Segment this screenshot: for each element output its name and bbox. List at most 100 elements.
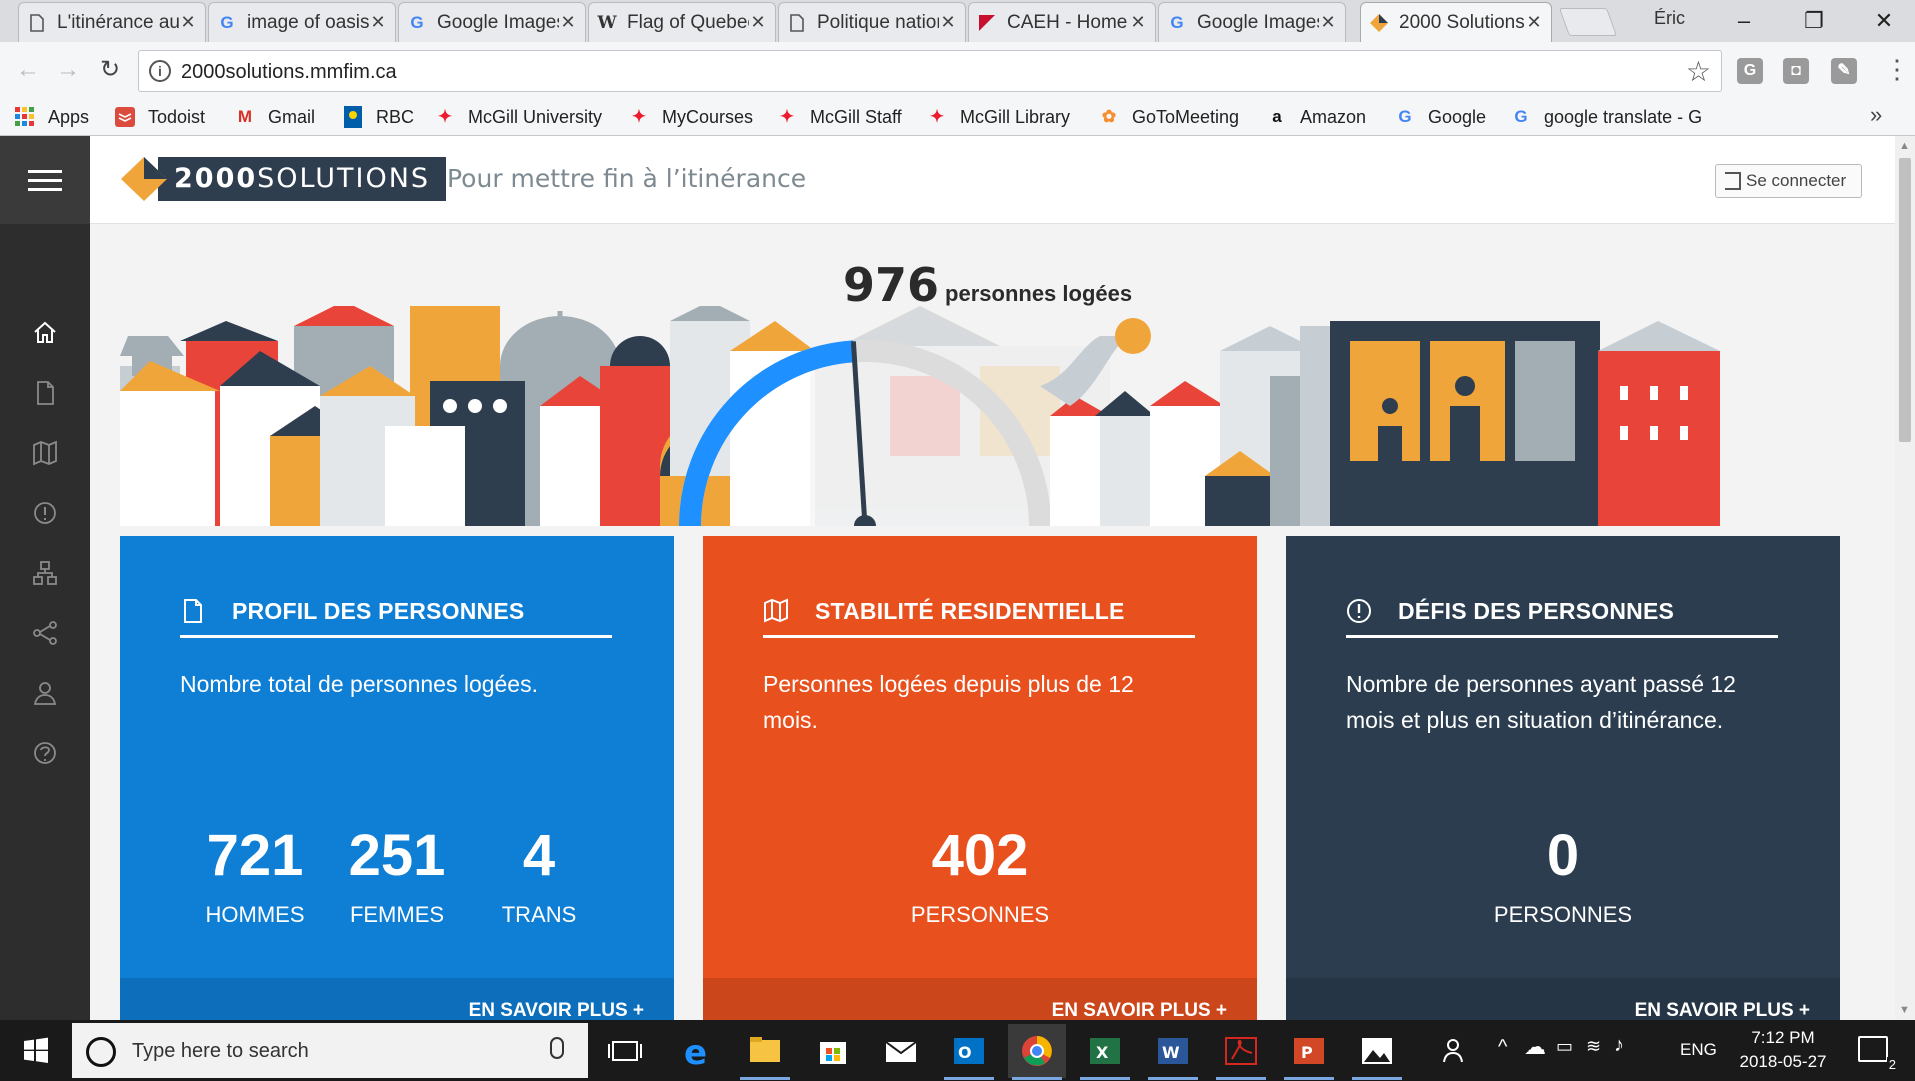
notifications-icon[interactable]: 2 [1858,1036,1898,1072]
bookmark-mycourses[interactable]: ✦ MyCourses [628,103,753,131]
bookmark-star-icon[interactable]: ☆ [1686,55,1711,88]
alert-circle-icon[interactable] [28,496,62,530]
tab-caeh[interactable]: CAEH - Home ✕ [968,2,1156,42]
bookmark-mcgill-library[interactable]: ✦ McGill Library [926,103,1070,131]
page-scrollbar[interactable]: ▲ ▼ [1895,136,1915,1020]
store-icon[interactable] [804,1024,862,1078]
more-bookmarks-button[interactable]: » [1870,102,1882,128]
restore-button[interactable]: ❐ [1784,4,1844,38]
chrome-icon[interactable] [1008,1024,1066,1080]
grammarly-extension-icon[interactable]: G [1737,58,1763,84]
powerpoint-icon[interactable]: P [1280,1024,1338,1080]
start-button[interactable] [0,1020,70,1081]
bookmark-amazon[interactable]: a Amazon [1266,103,1366,131]
document-icon[interactable] [28,376,62,410]
edge-icon[interactable]: e [668,1024,726,1078]
close-icon[interactable]: ✕ [559,12,577,33]
scrollbar-thumb[interactable] [1899,158,1911,442]
battery-icon[interactable]: ▭ [1556,1036,1573,1057]
task-view-icon[interactable] [596,1024,654,1078]
scroll-down-icon[interactable]: ▼ [1899,1004,1910,1016]
clock[interactable]: 7:12 PM 2018-05-27 [1728,1026,1838,1074]
microphone-icon[interactable] [550,1037,564,1059]
bookmark-gmail[interactable]: M Gmail [234,103,315,131]
bookmark-todoist[interactable]: Todoist [114,103,205,131]
tab-google-images-2[interactable]: G Google Images ✕ [1158,2,1346,42]
tab-politique-nationale[interactable]: Politique nationale ✕ [778,2,966,42]
site-logo[interactable]: 2000SOLUTIONS [120,156,447,202]
close-icon[interactable]: ✕ [939,12,957,33]
new-tab-button[interactable] [1558,8,1618,36]
doc-icon [787,13,807,33]
2000-icon [1369,13,1389,33]
learn-more-link[interactable]: EN SAVOIR PLUS + [703,978,1257,1020]
back-icon[interactable]: ← [10,52,46,88]
user-icon[interactable] [28,676,62,710]
hierarchy-icon[interactable] [28,556,62,590]
bookmark-mcgill-university[interactable]: ✦ McGill University [434,103,602,131]
page-viewport: 2000SOLUTIONS Pour mettre fin à l’itinér… [0,136,1915,1020]
close-icon[interactable]: ✕ [179,12,197,33]
mail-icon[interactable] [872,1024,930,1078]
tab-litinerance[interactable]: L'itinérance au Québec ✕ [18,2,206,42]
tab-google-images[interactable]: G Google Images ✕ [398,2,586,42]
chevron-up-icon[interactable]: ^ [1498,1036,1507,1059]
tab-title: CAEH - Home [1007,11,1128,33]
volume-icon[interactable]: ♪ [1614,1034,1624,1057]
taskbar-search-box[interactable]: Type here to search [72,1023,588,1078]
url-text[interactable]: 2000solutions.mmfim.ca [181,61,397,84]
card-profil-des-personnes[interactable]: PROFIL DES PERSONNES Nombre total de per… [120,536,674,1020]
wifi-icon[interactable]: ≋ [1586,1036,1601,1057]
acrobat-extension-icon[interactable]: ✎ [1831,58,1857,84]
reload-icon[interactable]: ↻ [92,52,128,88]
learn-more-link[interactable]: EN SAVOIR PLUS + [1286,978,1840,1020]
file-explorer-icon[interactable] [736,1024,794,1080]
bookmark-apps[interactable]: Apps [14,103,89,131]
card-header: STABILITÉ RESIDENTIELLE [763,598,1195,638]
home-icon[interactable] [28,316,62,350]
document-icon [184,599,202,623]
minimize-button[interactable]: – [1714,4,1774,38]
onedrive-icon[interactable]: ☁ [1524,1034,1546,1060]
tab-image-of-oasis[interactable]: G image of oasis ✕ [208,2,396,42]
forward-icon[interactable]: → [50,52,86,88]
hamburger-menu-icon[interactable] [0,136,90,224]
photos-icon[interactable] [1348,1024,1406,1080]
close-window-button[interactable]: ✕ [1854,4,1914,38]
close-icon[interactable]: ✕ [1129,12,1147,33]
tab-2000-solutions[interactable]: 2000 Solutions ✕ [1360,2,1552,42]
bookmark-google-translate[interactable]: G google translate - G [1510,103,1718,131]
close-icon[interactable]: ✕ [369,12,387,33]
outlook-icon[interactable]: O [940,1024,998,1080]
close-icon[interactable]: ✕ [1525,12,1543,33]
tab-flag-of-quebec[interactable]: W Flag of Quebec ✕ [588,2,776,42]
address-bar[interactable]: i 2000solutions.mmfim.ca ☆ [138,50,1722,92]
bookmark-google[interactable]: G Google [1394,103,1486,131]
card-defis-des-personnes[interactable]: DÉFIS DES PERSONNES Nombre de personnes … [1286,536,1840,1020]
bookmark-gotomeeting[interactable]: ✿ GoToMeeting [1098,103,1239,131]
login-button[interactable]: Se connecter [1715,164,1862,198]
bookmark-mcgill-staff[interactable]: ✦ McGill Staff [776,103,902,131]
excel-icon[interactable]: X [1076,1024,1134,1080]
profile-name[interactable]: Éric [1654,8,1685,29]
evernote-extension-icon[interactable]: ◘ [1783,58,1809,84]
close-icon[interactable]: ✕ [749,12,767,33]
info-icon[interactable]: i [149,60,171,82]
map-icon[interactable] [28,436,62,470]
logo-wordmark: 2000SOLUTIONS [158,157,447,201]
learn-more-label: EN SAVOIR PLUS + [468,1000,644,1020]
bookmark-rbc[interactable]: RBC [342,103,414,131]
share-icon[interactable] [28,616,62,650]
word-icon[interactable]: W [1144,1024,1202,1080]
acrobat-icon[interactable] [1212,1024,1270,1080]
help-icon[interactable] [28,736,62,770]
close-icon[interactable]: ✕ [1319,12,1337,33]
card-description: Personnes logées depuis plus de 12 mois. [763,671,1134,733]
scroll-up-icon[interactable]: ▲ [1899,140,1910,152]
browser-menu-icon[interactable]: ⋮ [1884,54,1910,85]
people-icon[interactable] [1440,1036,1470,1066]
svg-text:O: O [958,1043,972,1062]
card-stabilite-residentielle[interactable]: STABILITÉ RESIDENTIELLE Personnes logées… [703,536,1257,1020]
learn-more-link[interactable]: EN SAVOIR PLUS + [120,978,674,1020]
language-indicator[interactable]: ENG [1680,1040,1717,1060]
